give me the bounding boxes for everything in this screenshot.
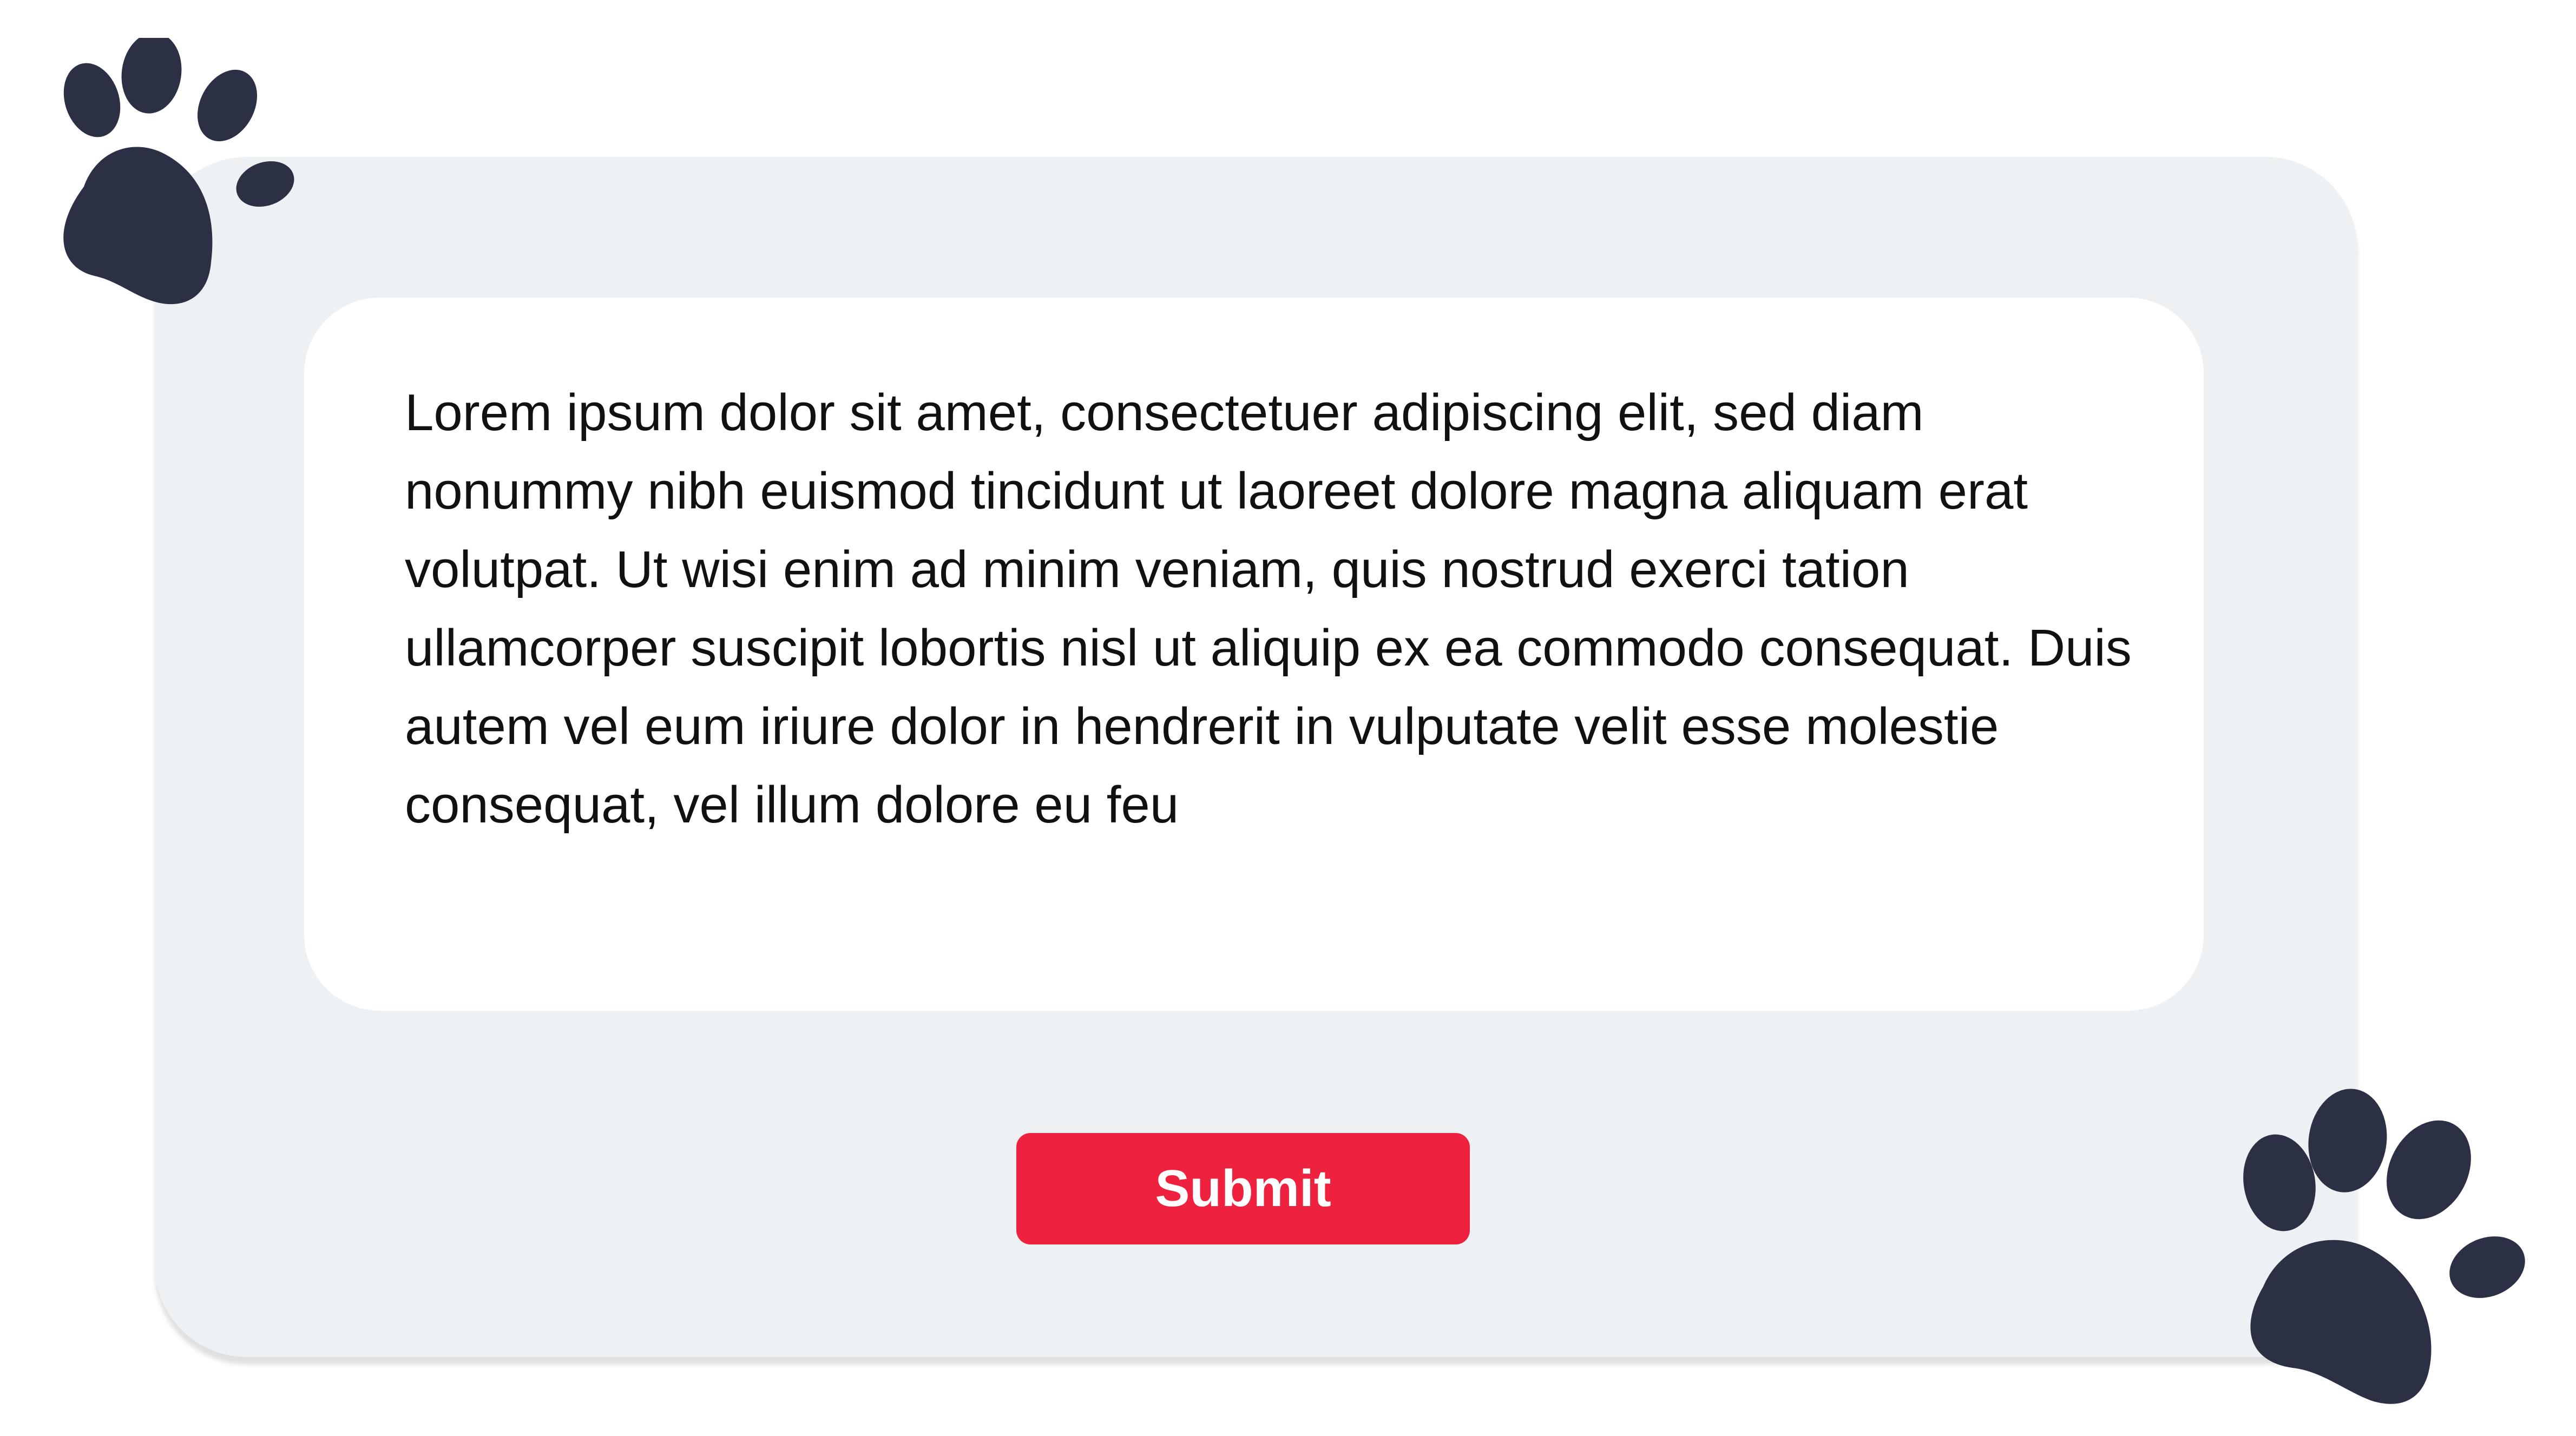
message-textbox[interactable]: Lorem ipsum dolor sit amet, consectetuer… [304,298,2204,1011]
paw-toe [2308,1089,2387,1193]
paw-toe [2387,1120,2471,1220]
paw-toe [121,38,182,114]
paw-toe [236,161,294,207]
paw-toe [197,69,258,142]
submit-button[interactable]: Submit [1016,1133,1470,1244]
paw-toe [63,63,121,137]
message-text: Lorem ipsum dolor sit amet, consectetuer… [405,384,2132,834]
paw-toe [2449,1236,2525,1298]
paw-pad [2250,1240,2432,1404]
paw-pad [63,147,213,305]
paw-print-icon [2243,1089,2525,1404]
paw-print-icon [63,38,294,305]
